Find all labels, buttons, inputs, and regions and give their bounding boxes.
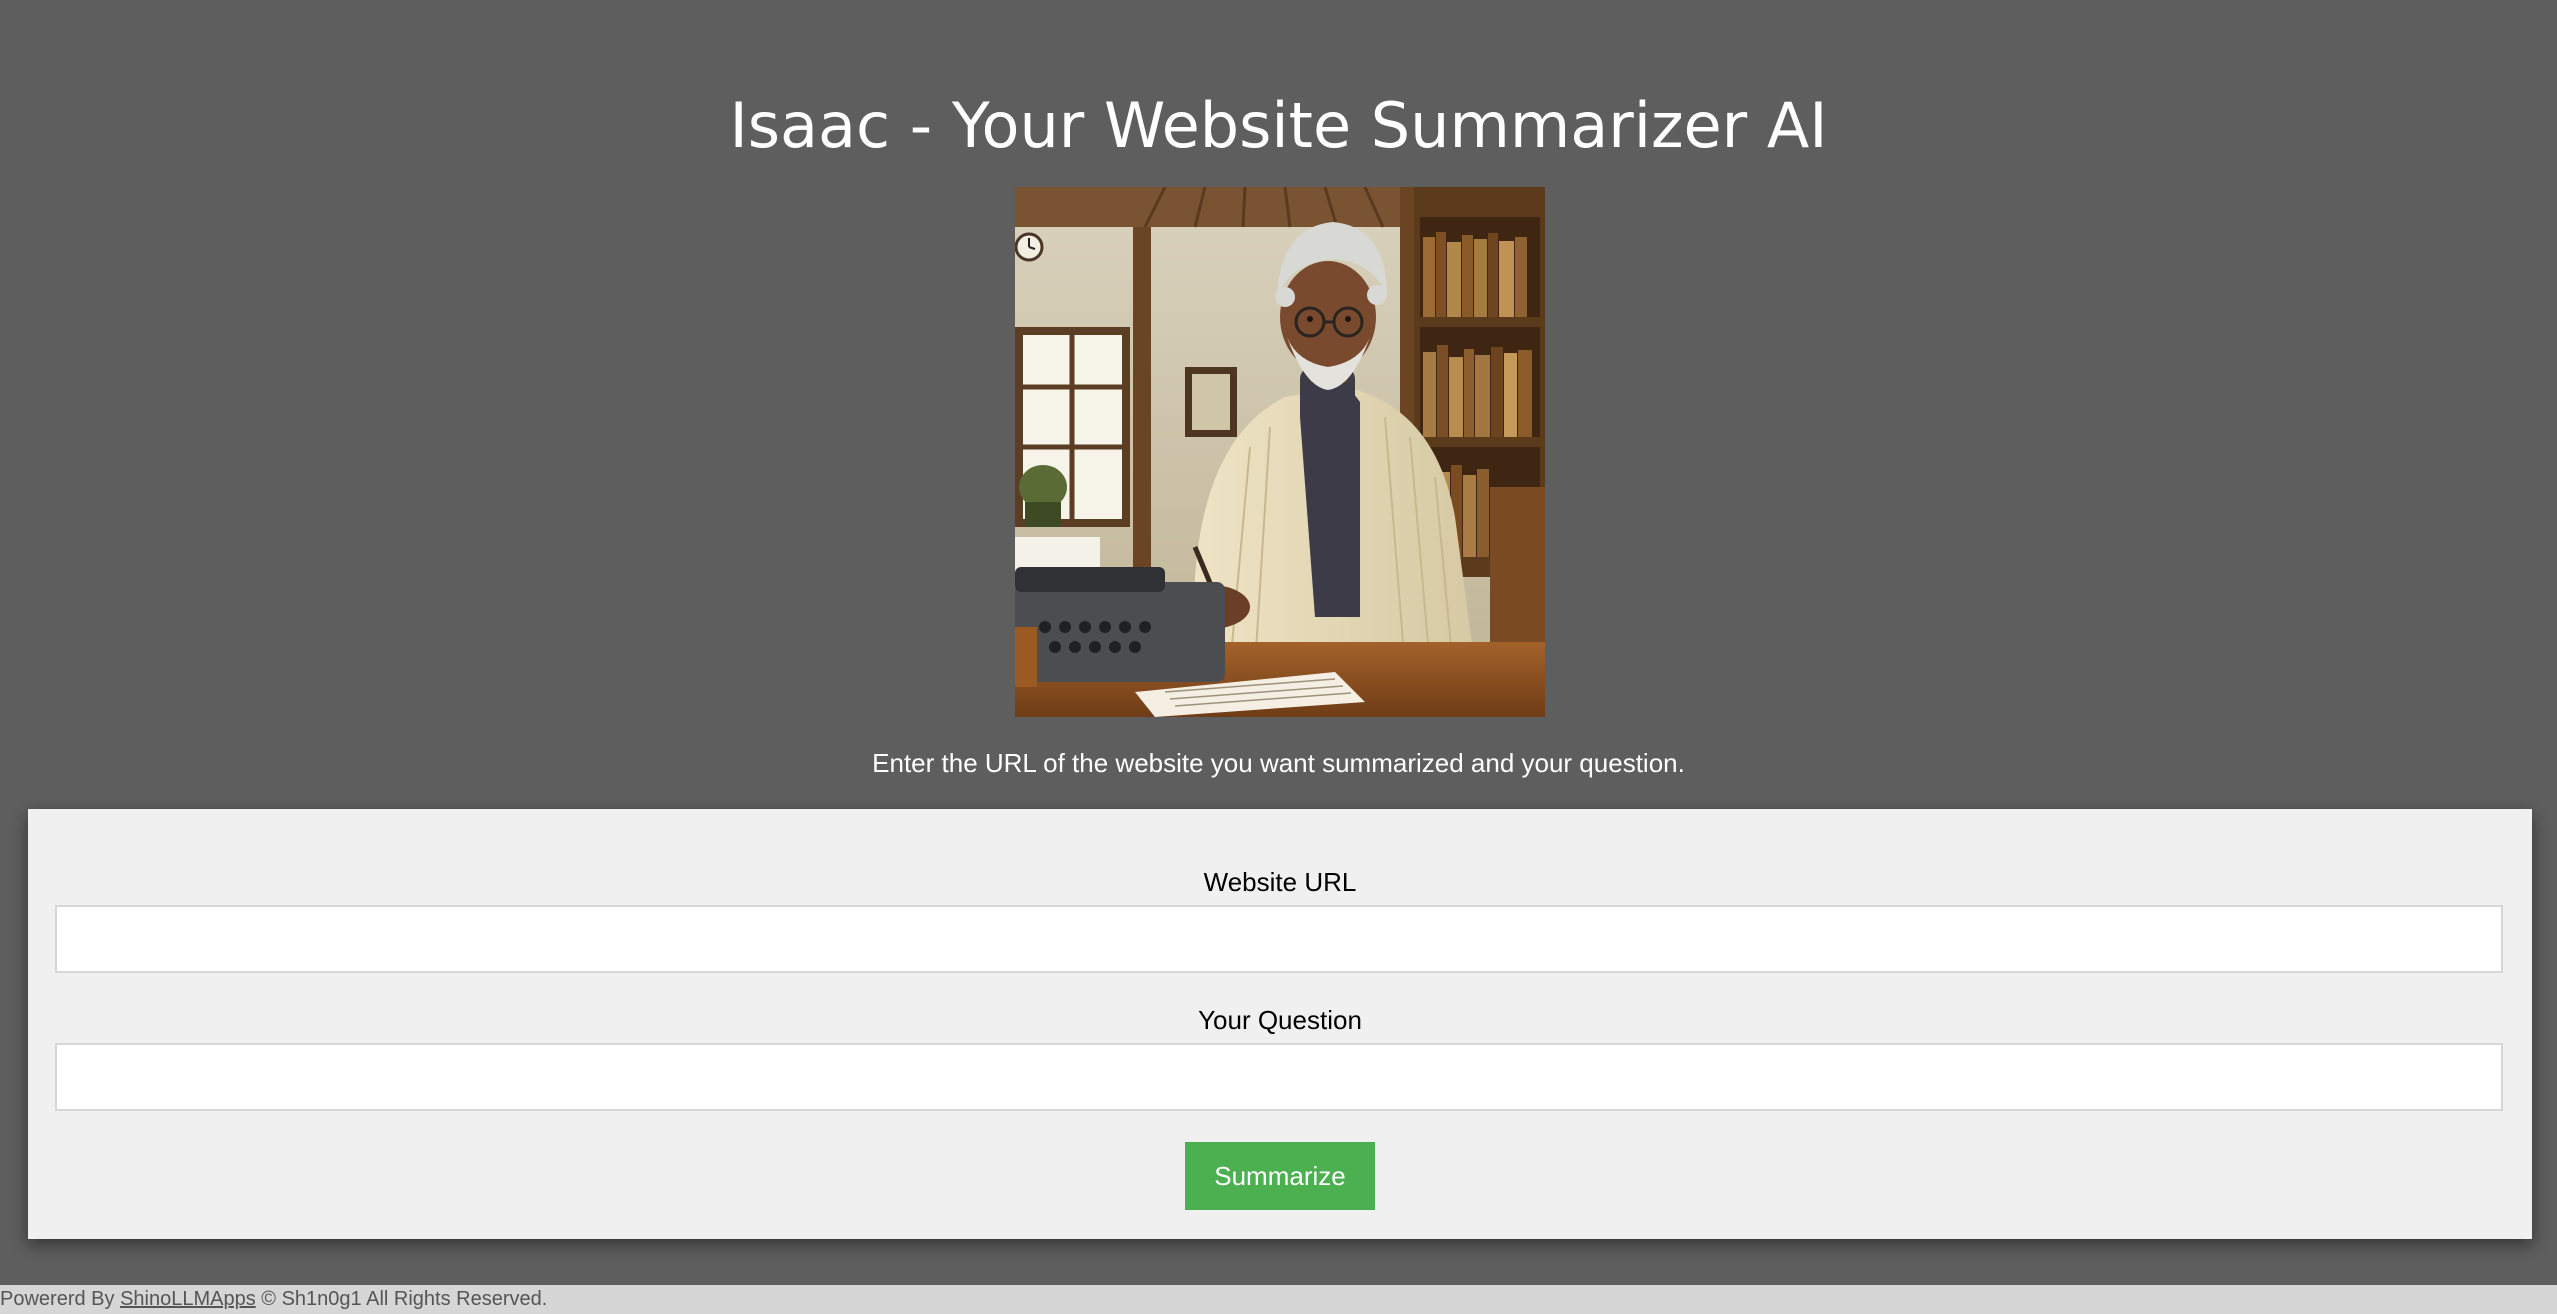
- website-url-label: Website URL: [1203, 867, 1357, 897]
- footer-copyright: © Sh1n0g1 All Rights Reserved.: [255, 1288, 548, 1310]
- shinollmapps-link[interactable]: ShinoLLMApps: [120, 1288, 256, 1310]
- your-question-label: Your Question: [1198, 1005, 1362, 1035]
- intro-text: Enter the URL of the website you want su…: [872, 748, 1685, 778]
- summarize-button[interactable]: Summarize: [1185, 1142, 1375, 1210]
- footer: Powererd By ShinoLLMApps © Sh1n0g1 All R…: [0, 1285, 2557, 1314]
- page-title: Isaac - Your Website Summarizer AI: [729, 89, 1828, 162]
- footer-prefix: Powererd By: [0, 1288, 121, 1310]
- your-question-input[interactable]: [55, 1043, 2503, 1111]
- summarize-form: Website URL Your Question Summarize: [28, 809, 2532, 1239]
- isaac-portrait-image: [1015, 187, 1545, 717]
- website-url-input[interactable]: [55, 905, 2503, 973]
